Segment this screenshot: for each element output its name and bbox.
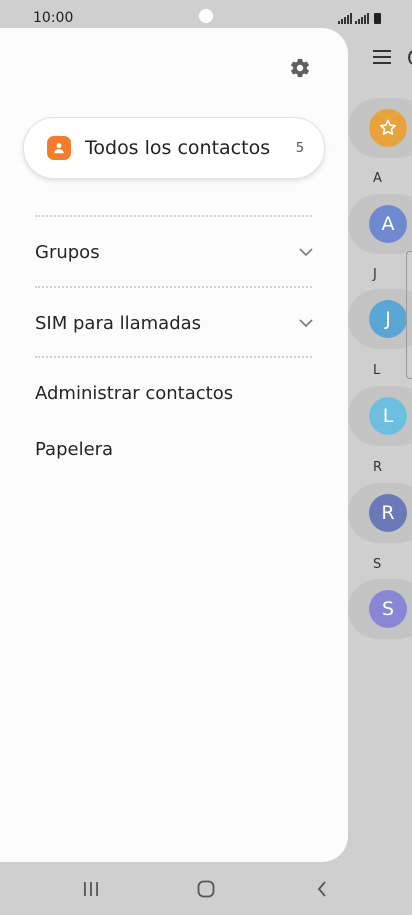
menu-item-sim-calls[interactable]: SIM para llamadas — [35, 303, 313, 343]
chevron-down-icon — [299, 248, 313, 257]
avatar: S — [369, 590, 407, 628]
menu-item-label: Administrar contactos — [35, 382, 234, 404]
menu-icon[interactable] — [373, 50, 391, 64]
list-item[interactable]: L — [348, 386, 412, 446]
avatar: J — [369, 300, 407, 338]
contacts-list-background: C A A J J L L R R S S — [348, 36, 412, 862]
divider — [35, 356, 312, 358]
avatar: A — [369, 205, 407, 243]
title-fragment: C — [407, 46, 412, 70]
section-letter: L — [373, 363, 381, 378]
menu-item-groups[interactable]: Grupos — [35, 232, 313, 272]
all-contacts-label: Todos los contactos — [85, 137, 271, 159]
favorites-star-icon — [369, 109, 407, 147]
avatar: L — [369, 397, 407, 435]
menu-item-label: SIM para llamadas — [35, 312, 202, 334]
section-letter: J — [373, 267, 377, 282]
chevron-down-icon — [299, 319, 313, 328]
battery-icon — [374, 12, 381, 24]
system-nav-bar — [0, 862, 412, 915]
menu-item-label: Papelera — [35, 438, 114, 460]
avatar: R — [369, 494, 407, 532]
settings-button[interactable] — [288, 56, 312, 80]
navigation-drawer: Todos los contactos 5 Grupos SIM para ll… — [0, 28, 348, 862]
status-time: 10:00 — [33, 10, 74, 26]
menu-item-trash[interactable]: Papelera — [35, 429, 313, 469]
home-button[interactable] — [176, 862, 236, 915]
back-button[interactable] — [292, 862, 352, 915]
back-icon — [317, 880, 326, 897]
divider — [35, 286, 312, 288]
list-item[interactable]: A — [348, 194, 412, 254]
status-icons — [338, 12, 381, 24]
fast-scroll-handle[interactable] — [406, 251, 412, 379]
recents-button[interactable] — [61, 862, 121, 915]
all-contacts-button[interactable]: Todos los contactos 5 — [23, 117, 325, 179]
all-contacts-count: 5 — [295, 140, 304, 156]
list-item[interactable]: S — [348, 579, 412, 639]
section-letter: S — [373, 557, 382, 572]
menu-item-manage-contacts[interactable]: Administrar contactos — [35, 373, 313, 413]
divider — [35, 215, 312, 217]
home-icon — [197, 880, 215, 897]
list-item[interactable]: R — [348, 483, 412, 543]
list-item[interactable] — [348, 98, 412, 158]
section-letter: R — [373, 460, 383, 475]
signal-icon — [338, 12, 352, 24]
gear-icon — [291, 58, 309, 78]
person-icon — [47, 136, 71, 160]
camera-cutout — [199, 9, 213, 23]
section-letter: A — [373, 171, 382, 186]
recents-icon — [84, 881, 98, 896]
signal-icon-sim2 — [355, 12, 369, 24]
list-item[interactable]: J — [348, 289, 412, 349]
menu-item-label: Grupos — [35, 241, 100, 263]
